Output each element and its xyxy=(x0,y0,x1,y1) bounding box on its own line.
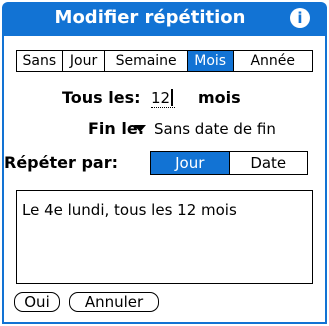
tab-semaine[interactable]: Semaine xyxy=(105,51,188,71)
description-text: Le 4e lundi, tous les 12 mois xyxy=(22,201,237,219)
interval-unit: mois xyxy=(198,88,241,107)
info-icon[interactable]: i xyxy=(290,8,310,28)
repeat-by-date-button[interactable]: Date xyxy=(228,152,308,174)
interval-label: Tous les: xyxy=(62,88,141,107)
repeat-by-label: Répéter par: xyxy=(4,153,118,172)
text-cursor xyxy=(171,89,173,106)
ok-button[interactable]: Oui xyxy=(14,292,60,312)
tab-jour[interactable]: Jour xyxy=(63,51,106,71)
dialog-title: Modifier répétition xyxy=(54,7,246,28)
cancel-button[interactable]: Annuler xyxy=(69,292,159,312)
tab-sans[interactable]: Sans xyxy=(17,51,63,71)
repeat-by-toggle: Jour Date xyxy=(150,151,308,175)
tab-mois[interactable]: Mois xyxy=(187,51,234,71)
dropdown-triangle-icon[interactable] xyxy=(134,125,146,132)
tab-annee[interactable]: Année xyxy=(234,51,312,71)
end-date-select[interactable]: Sans date de fin xyxy=(154,120,276,138)
repeat-by-day-button[interactable]: Jour xyxy=(151,152,229,174)
period-selector: Sans Jour Semaine Mois Année xyxy=(16,50,313,72)
